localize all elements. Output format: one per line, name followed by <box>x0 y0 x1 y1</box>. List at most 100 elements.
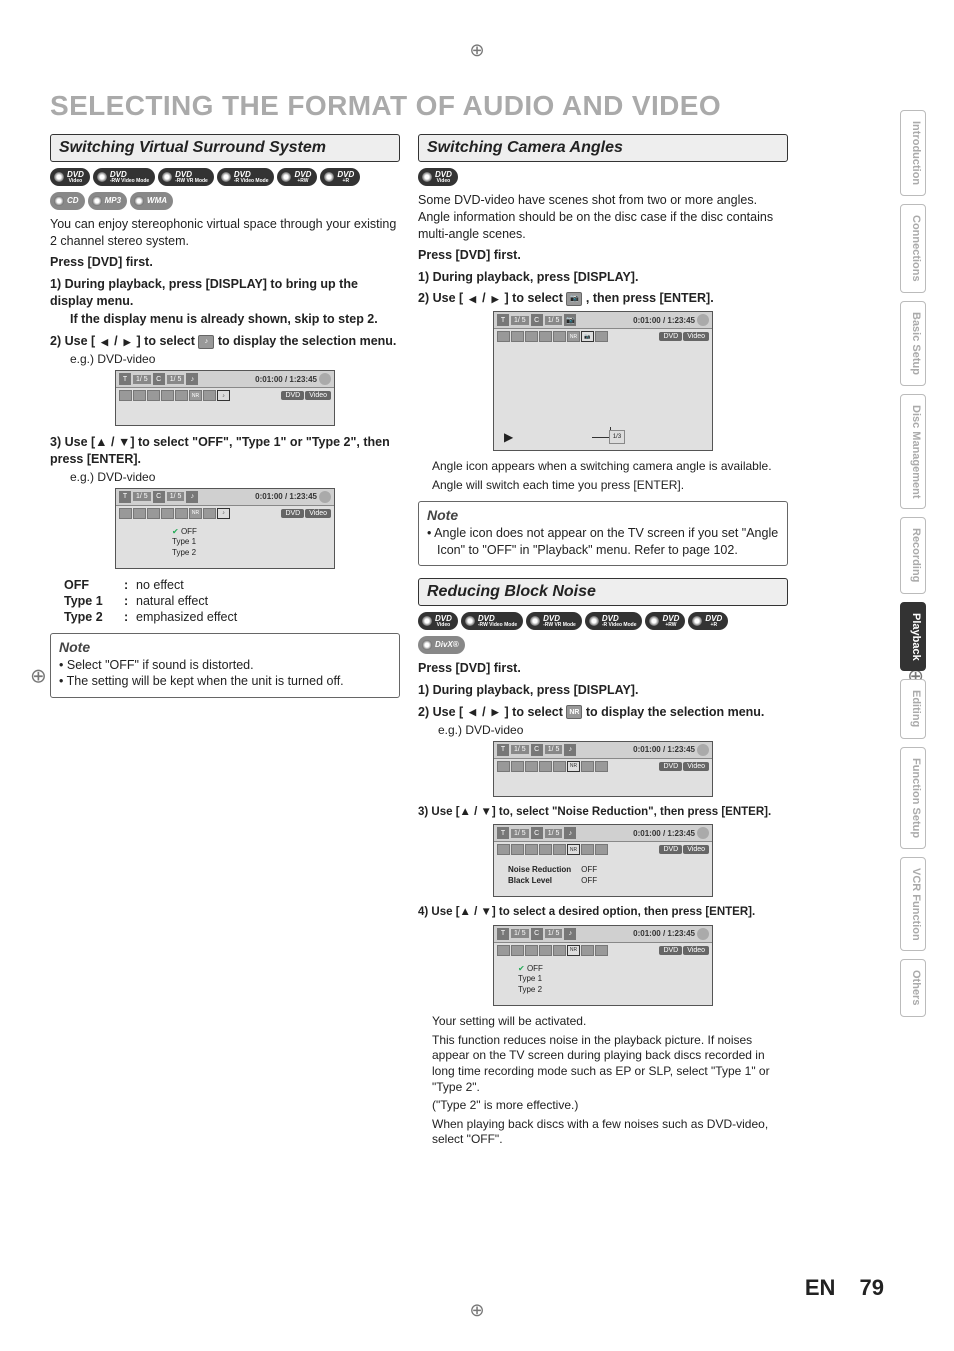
nb-icon: ♪ <box>564 827 576 839</box>
disc-badge-label: DVD-RW VR Mode <box>543 615 576 627</box>
osd-status-pill <box>319 373 331 385</box>
vs-note-title: Note <box>59 639 391 655</box>
disc-badge: DivX® <box>418 636 465 654</box>
osd3-menu-off: OFF <box>172 527 328 537</box>
disc-icon <box>162 172 172 182</box>
osd-display-step3: T 1/ 5 C 1/ 5 ♪ 0:01:00 / 1:23:45 NR ♪ <box>115 488 335 569</box>
osd3-tag-a: DVD <box>281 509 304 518</box>
side-tab-playback[interactable]: Playback <box>900 602 926 672</box>
page-num-value: 79 <box>860 1275 884 1300</box>
nb-time: 0:01:00 / 1:23:45 <box>633 829 695 838</box>
noise-disc-row-1: DVDVideoDVD-RW Video ModeDVD-RW VR ModeD… <box>418 612 788 630</box>
definition-term: OFF <box>64 578 124 592</box>
na-m5 <box>553 761 566 772</box>
side-tab-others[interactable]: Others <box>900 959 926 1016</box>
disc-badge-label: WMA <box>147 197 167 205</box>
disc-badge-sub: Video <box>435 179 452 183</box>
column-left: Switching Virtual Surround System DVDVid… <box>50 134 400 1150</box>
nb-pill <box>697 827 709 839</box>
disc-badge: DVD-RW Video Mode <box>461 612 523 630</box>
nb-tag-a: DVD <box>659 845 682 854</box>
cam-note-item: Angle icon does not appear on the TV scr… <box>427 525 779 558</box>
noise-osd-c: T 1/ 5 C 1/ 5 ♪ 0:01:00 / 1:23:45 NR D <box>493 925 713 1006</box>
cam-osd-t: T <box>497 314 509 326</box>
osd-mini-surround: ♪ <box>217 390 230 401</box>
vs-intro: You can enjoy stereophonic virtual space… <box>50 216 400 250</box>
cam-after1: Angle icon appears when a switching came… <box>432 459 788 475</box>
definition-term: Type 2 <box>64 610 124 624</box>
cam-m1 <box>497 331 510 342</box>
cam-m5 <box>553 331 566 342</box>
vs-step2-c: to display the selection menu. <box>218 334 397 348</box>
disc-badge-label: DVDVideo <box>67 171 84 183</box>
definition-colon: : <box>124 578 136 592</box>
nc-c: C <box>531 928 543 940</box>
definition-desc: emphasized effect <box>136 610 237 624</box>
disc-icon <box>589 616 599 626</box>
side-tab-function-setup[interactable]: Function Setup <box>900 747 926 849</box>
nc-t: T <box>497 928 509 940</box>
osd3-m2 <box>133 508 146 519</box>
cam-step2-c: , then press [ENTER]. <box>586 291 714 305</box>
section-camera-header: Switching Camera Angles <box>418 134 788 162</box>
cam-leader-line <box>592 437 610 438</box>
noise-step2-a: 2) Use [ <box>418 705 463 719</box>
cam-press-first: Press [DVD] first. <box>418 247 788 264</box>
nc-m1 <box>497 945 510 956</box>
na-m-nr: NR <box>567 761 580 772</box>
noise-right-arrow-icon: ▶ <box>489 707 501 718</box>
cam-m2 <box>511 331 524 342</box>
osd-title-counter: 1/ 5 <box>133 375 151 384</box>
osd3-m5 <box>175 508 188 519</box>
nc-m7 <box>581 945 594 956</box>
disc-badge-sub: +R <box>337 179 354 183</box>
cam-osd-pill <box>697 314 709 326</box>
side-tab-basic-setup[interactable]: Basic Setup <box>900 301 926 386</box>
cam-m6: NR <box>567 331 580 342</box>
noise-step2-c: to display the selection menu. <box>586 705 765 719</box>
disc-badge: DVD-RW Video Mode <box>93 168 155 186</box>
side-tabs: Introduction Connections Basic Setup Disc M… <box>900 110 926 1017</box>
disc-badge: DVDVideo <box>50 168 90 186</box>
side-tab-disc-management[interactable]: Disc Management <box>900 394 926 510</box>
side-tab-vcr-function[interactable]: VCR Function <box>900 857 926 952</box>
osd-setting-row: Black LevelOFF <box>508 875 607 886</box>
disc-icon <box>221 172 231 182</box>
osd3-m1 <box>119 508 132 519</box>
noise-disc-row-2: DivX® <box>418 636 788 654</box>
disc-badge: DVD+RW <box>645 612 685 630</box>
nb-m2 <box>511 844 524 855</box>
disc-badge: DVD-R Video Mode <box>585 612 643 630</box>
side-tab-connections[interactable]: Connections <box>900 204 926 293</box>
disc-badge: CD <box>50 192 85 210</box>
osd3-m7 <box>203 508 216 519</box>
nc-ccnt: 1/ 5 <box>545 929 563 938</box>
registration-mark-bottom: ⊕ <box>469 1300 484 1321</box>
nc-icon: ♪ <box>564 928 576 940</box>
side-tab-recording[interactable]: Recording <box>900 517 926 593</box>
noise-after1: Your setting will be activated. <box>432 1014 788 1030</box>
cam-play-icon: ▶ <box>504 430 513 444</box>
noise-step2-b: ] to select <box>505 705 563 719</box>
definition-desc: no effect <box>136 578 184 592</box>
cam-note-box: Note Angle icon does not appear on the T… <box>418 501 788 566</box>
disc-icon <box>92 196 102 206</box>
disc-badge-sub: +RW <box>662 623 679 627</box>
side-tab-editing[interactable]: Editing <box>900 679 926 738</box>
definition-row: OFF:no effect <box>64 577 400 593</box>
osd3-m6: NR <box>189 508 202 519</box>
disc-badge-label: CD <box>67 197 79 205</box>
na-time: 0:01:00 / 1:23:45 <box>633 745 695 754</box>
osd-setting-value: OFF <box>581 864 607 875</box>
na-tag-a: DVD <box>659 762 682 771</box>
noise-after2: This function reduces noise in the playb… <box>432 1033 788 1095</box>
osd3-m8: ♪ <box>217 508 230 519</box>
disc-icon <box>692 616 702 626</box>
disc-badge-row-1: DVDVideoDVD-RW Video ModeDVD-RW VR ModeD… <box>50 168 400 186</box>
section-noise-header: Reducing Block Noise <box>418 578 788 606</box>
disc-icon <box>530 616 540 626</box>
disc-icon <box>54 172 64 182</box>
nb-c: C <box>531 827 543 839</box>
nb-m-nr: NR <box>567 844 580 855</box>
side-tab-introduction[interactable]: Introduction <box>900 110 926 196</box>
